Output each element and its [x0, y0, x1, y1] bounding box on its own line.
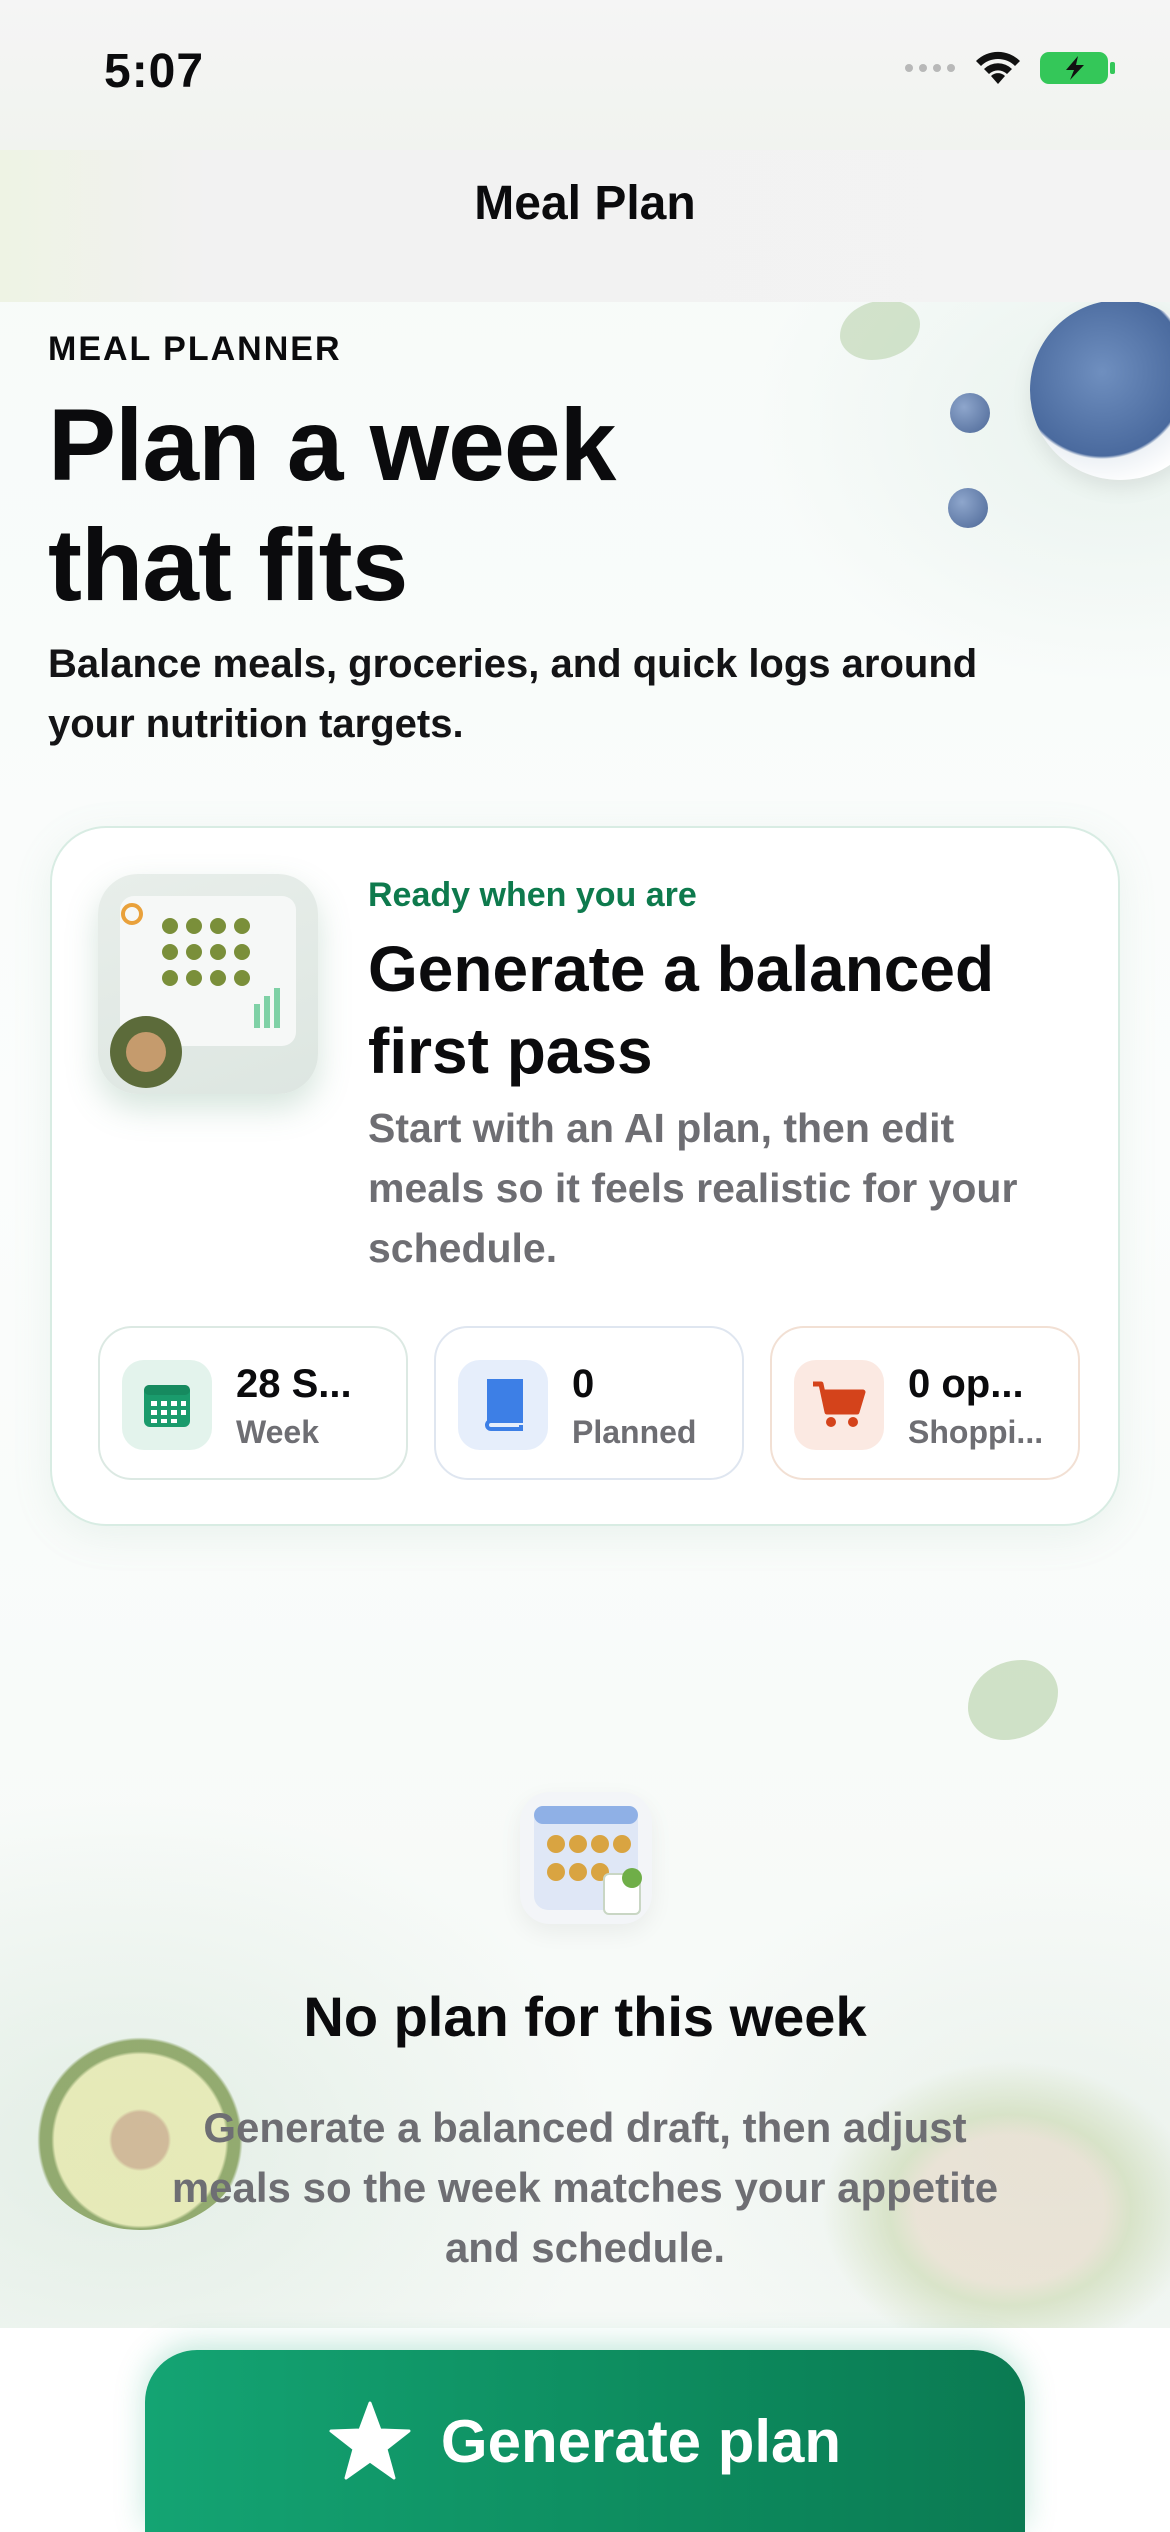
- star-icon: [329, 2401, 411, 2480]
- chip-value: 0 op...: [908, 1362, 1024, 1406]
- chip-value: 28 S...: [236, 1362, 352, 1406]
- status-bar: 5:07: [0, 0, 1170, 150]
- chip-value: 0: [572, 1362, 595, 1406]
- card-title: Generate a balanced first pass: [368, 933, 995, 1087]
- summary-chips: 28 S... Week 0 Planned 0 op... Shoppi...: [98, 1326, 1080, 1480]
- planned-chip[interactable]: 0 Planned: [434, 1326, 744, 1480]
- battery-charging-icon: [1040, 52, 1115, 84]
- wifi-icon: [976, 51, 1020, 84]
- headline-line: that fits: [48, 508, 408, 622]
- clock: 5:07: [104, 45, 205, 98]
- empty-plan-illustration: [520, 1792, 652, 1924]
- week-chip[interactable]: 28 S... Week: [98, 1326, 408, 1480]
- chip-label: Planned: [572, 1414, 697, 1450]
- empty-state-title: No plan for this week: [303, 1985, 867, 2048]
- blueberry-decor: [948, 488, 988, 528]
- book-icon: [485, 1379, 523, 1431]
- calendar-icon: [144, 1385, 190, 1427]
- card-description: Start with an AI plan, then edit meals s…: [368, 1105, 1018, 1271]
- chip-icon-bg: [122, 1360, 212, 1450]
- shopping-chip[interactable]: 0 op... Shoppi...: [770, 1326, 1080, 1480]
- generate-plan-card[interactable]: Ready when you are Generate a balanced f…: [50, 826, 1120, 1526]
- headline-line: Plan a week: [48, 388, 616, 502]
- chip-label: Shoppi...: [908, 1414, 1044, 1450]
- empty-state-text: Generate a balanced draft, then adjust m…: [171, 2104, 999, 2271]
- status-icons: [904, 48, 1118, 88]
- chip-icon-bg: [458, 1360, 548, 1450]
- hero-eyebrow: MEAL PLANNER: [48, 330, 342, 368]
- blueberry-decor: [950, 393, 990, 433]
- hero-subhead: Balance meals, groceries, and quick logs…: [48, 642, 978, 746]
- chip-label: Week: [236, 1414, 320, 1450]
- hero-headline: Plan a week that fits: [48, 385, 848, 625]
- meal-plan-thumbnail: [98, 874, 318, 1094]
- nav-title: Meal Plan: [474, 177, 696, 230]
- generate-plan-button[interactable]: Generate plan: [145, 2350, 1025, 2532]
- cart-icon: [813, 1381, 866, 1427]
- signal-icon: [905, 64, 955, 72]
- generate-plan-label: Generate plan: [440, 2407, 842, 2475]
- chip-icon-bg: [794, 1360, 884, 1450]
- card-eyebrow: Ready when you are: [368, 876, 697, 914]
